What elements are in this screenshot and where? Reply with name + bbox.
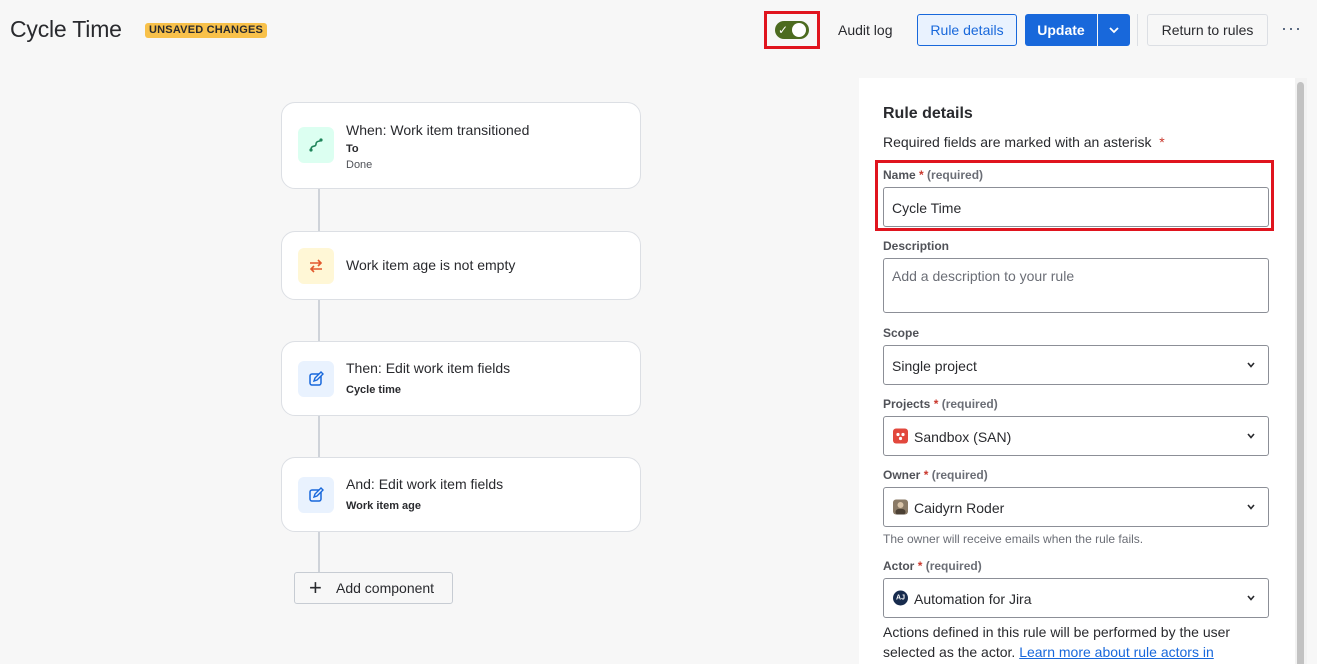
panel-subtitle: Required fields are marked with an aster… bbox=[883, 134, 1165, 150]
owner-select[interactable]: Caidyrn Roder bbox=[883, 487, 1269, 527]
condition-title: Work item age is not empty bbox=[346, 257, 516, 273]
connector-line bbox=[318, 299, 320, 341]
user-avatar-icon bbox=[893, 499, 908, 515]
scope-label: Scope bbox=[883, 326, 920, 340]
projects-select[interactable]: Sandbox (SAN) bbox=[883, 416, 1269, 456]
plus-icon: + bbox=[309, 575, 322, 600]
page-title: Cycle Time bbox=[10, 16, 122, 42]
panel-title: Rule details bbox=[883, 105, 973, 122]
unsaved-changes-badge: UNSAVED CHANGES bbox=[145, 23, 268, 38]
action-detail: Cycle time bbox=[346, 384, 402, 396]
connector-line bbox=[318, 531, 320, 573]
edit-icon bbox=[298, 477, 334, 513]
add-component-label: Add component bbox=[336, 580, 435, 596]
panel-scrollbar[interactable] bbox=[1295, 78, 1307, 664]
trigger-sub-value: Done bbox=[346, 159, 373, 171]
trigger-title: When: Work item transitioned bbox=[346, 122, 530, 138]
action-detail: Work item age bbox=[346, 500, 421, 512]
actor-select[interactable]: AJ Automation for Jira bbox=[883, 578, 1269, 618]
learn-more-link[interactable]: Learn more about rule actors in bbox=[1019, 644, 1214, 660]
audit-log-button[interactable]: Audit log bbox=[838, 14, 892, 46]
connector-line bbox=[318, 415, 320, 457]
owner-label: Owner * (required) bbox=[883, 468, 988, 482]
action-title: Then: Edit work item fields bbox=[346, 360, 511, 376]
condition-card[interactable]: Work item age is not empty bbox=[281, 231, 641, 300]
transition-icon bbox=[298, 127, 334, 163]
return-to-rules-button[interactable]: Return to rules bbox=[1147, 14, 1268, 46]
chevron-down-icon bbox=[1247, 595, 1255, 601]
scope-select[interactable]: Single project bbox=[883, 345, 1269, 385]
edit-icon bbox=[298, 361, 334, 397]
description-field[interactable]: Add a description to your rule bbox=[883, 258, 1269, 313]
update-dropdown-button[interactable] bbox=[1098, 14, 1130, 46]
name-field-highlight bbox=[875, 160, 1274, 231]
actor-note: Actions defined in this rule will be per… bbox=[883, 624, 1231, 660]
chevron-down-icon bbox=[1247, 433, 1255, 439]
trigger-sub-label: To bbox=[346, 143, 359, 155]
toggle-highlight: ✓ bbox=[764, 11, 820, 49]
rule-enabled-toggle[interactable]: ✓ bbox=[775, 21, 809, 39]
description-label: Description bbox=[883, 239, 950, 253]
connector-line bbox=[318, 189, 320, 231]
actor-label: Actor * (required) bbox=[883, 559, 982, 573]
owner-helper-text: The owner will receive emails when the r… bbox=[883, 532, 1144, 546]
chevron-down-icon bbox=[1247, 504, 1255, 510]
action-card[interactable]: Then: Edit work item fields Cycle time bbox=[281, 341, 641, 416]
add-component-button[interactable]: + Add component bbox=[294, 572, 453, 604]
swap-arrows-icon bbox=[298, 248, 334, 284]
action-card[interactable]: And: Edit work item fields Work item age bbox=[281, 457, 641, 532]
projects-label: Projects * (required) bbox=[883, 397, 998, 411]
scrollbar-thumb[interactable] bbox=[1297, 82, 1304, 664]
rule-details-button[interactable]: Rule details bbox=[917, 14, 1017, 46]
toggle-knob bbox=[792, 23, 806, 37]
update-button[interactable]: Update bbox=[1025, 14, 1097, 46]
project-avatar-icon bbox=[893, 428, 908, 444]
action-title: And: Edit work item fields bbox=[346, 476, 504, 492]
more-options-icon[interactable]: ··· bbox=[1281, 18, 1302, 39]
actor-avatar-icon: AJ bbox=[893, 590, 908, 606]
chevron-down-icon bbox=[1247, 362, 1255, 368]
chevron-down-icon bbox=[1109, 27, 1119, 34]
trigger-card[interactable]: When: Work item transitioned To Done bbox=[281, 102, 641, 189]
header-divider bbox=[1137, 14, 1138, 46]
check-icon: ✓ bbox=[778, 23, 789, 37]
